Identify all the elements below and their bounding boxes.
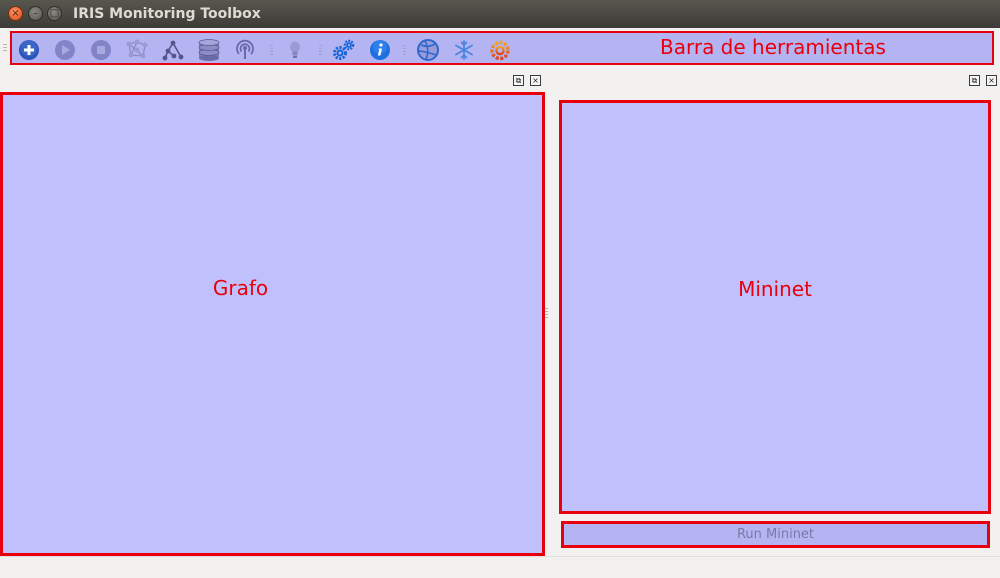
broadcast-button[interactable] (233, 38, 257, 62)
info-button[interactable] (368, 38, 392, 62)
add-button[interactable] (17, 38, 41, 62)
grafana-button[interactable] (488, 38, 512, 62)
settings-gears-icon (333, 39, 355, 60)
toolbar-separator (270, 45, 273, 55)
play-button[interactable] (53, 38, 77, 62)
broadcast-icon (236, 39, 254, 59)
lightbulb-button[interactable] (283, 38, 307, 62)
window-title: IRIS Monitoring Toolbox (73, 6, 261, 22)
database-button[interactable] (197, 38, 221, 62)
mininet-panel[interactable]: Mininet (559, 100, 991, 514)
toolbar-separator (403, 45, 406, 55)
toolbar-grip[interactable] (3, 44, 7, 52)
info-icon (370, 40, 390, 60)
topology-button[interactable] (125, 38, 149, 62)
toolbar: Barra de herramientas (10, 31, 994, 65)
toolbar-annotation-label: Barra de herramientas (660, 35, 886, 59)
graph-panel[interactable]: Grafo (0, 92, 545, 556)
maximize-window-button[interactable]: □ (47, 6, 62, 21)
graph-button[interactable] (161, 38, 185, 62)
run-mininet-button[interactable]: Run Mininet (561, 521, 990, 548)
graph-dock-close-button[interactable]: × (530, 75, 541, 86)
status-bar (0, 556, 1000, 578)
play-icon (55, 40, 75, 60)
lightbulb-icon (290, 41, 300, 58)
graph-panel-label: Grafo (212, 276, 269, 300)
snowflake-icon (455, 40, 473, 60)
float-icon: ⧉ (971, 76, 978, 85)
maximize-icon: □ (49, 8, 60, 19)
stop-icon (91, 40, 111, 60)
close-icon: × (988, 76, 995, 85)
minimize-icon: – (33, 8, 38, 19)
graph-dock-float-button[interactable]: ⧉ (513, 75, 524, 86)
toolbar-area: Barra de herramientas (0, 28, 1000, 68)
close-icon: × (532, 76, 539, 85)
snowflake-button[interactable] (452, 38, 476, 62)
database-icon (198, 39, 220, 61)
mininet-dock-close-button[interactable]: × (986, 75, 997, 86)
toolbar-separator (319, 45, 322, 55)
title-bar: × – □ IRIS Monitoring Toolbox (0, 0, 1000, 28)
graph-nodes-icon (162, 40, 184, 61)
topology-icon (126, 39, 148, 59)
globe-button[interactable] (416, 38, 440, 62)
dock-splitter[interactable] (545, 308, 548, 318)
minimize-window-button[interactable]: – (28, 6, 43, 21)
settings-button[interactable] (332, 38, 356, 62)
grafana-icon (490, 40, 510, 61)
stop-button[interactable] (89, 38, 113, 62)
mininet-dock-float-button[interactable]: ⧉ (969, 75, 980, 86)
close-icon: × (11, 8, 20, 19)
close-window-button[interactable]: × (8, 6, 23, 21)
mininet-panel-label: Mininet (738, 277, 812, 301)
globe-icon (417, 39, 439, 61)
add-icon (19, 40, 39, 60)
float-icon: ⧉ (515, 76, 522, 85)
